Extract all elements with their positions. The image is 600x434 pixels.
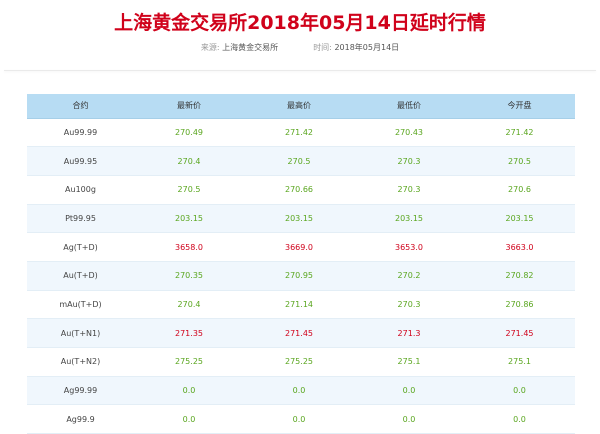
page-title: 上海黄金交易所2018年05月14日延时行情 xyxy=(114,12,486,34)
low-price-cell: 270.3 xyxy=(354,175,464,205)
open-price-cell: 270.82 xyxy=(464,261,575,291)
table-row: Ag99.9 0.0 0.0 0.0 0.0 xyxy=(27,404,575,434)
contract-name-cell: Ag(T+D) xyxy=(27,232,134,262)
open-price-cell: 0.0 xyxy=(464,376,575,406)
open-price-cell: 270.6 xyxy=(464,175,575,205)
header-open-price: 今开盘 xyxy=(464,94,575,119)
high-price-cell: 270.66 xyxy=(244,175,354,205)
open-price-cell: 270.5 xyxy=(464,146,575,176)
low-price-cell: 270.3 xyxy=(354,290,464,320)
last-price-cell: 275.25 xyxy=(134,347,244,377)
high-price-cell: 275.25 xyxy=(244,347,354,377)
high-price-cell: 271.45 xyxy=(244,318,354,348)
open-price-cell: 0.0 xyxy=(464,404,575,434)
contract-name-cell: Ag99.9 xyxy=(27,404,134,434)
high-price-cell: 3669.0 xyxy=(244,232,354,262)
table-row: Au99.95 270.4 270.5 270.3 270.5 xyxy=(27,146,575,176)
header-high-price: 最高价 xyxy=(244,94,354,119)
low-price-cell: 270.2 xyxy=(354,261,464,291)
quotes-table: 合约 最新价 最高价 最低价 今开盘 Au99.99 270.49 271.42 27… xyxy=(27,94,575,434)
table-row: Au(T+D) 270.35 270.95 270.2 270.82 xyxy=(27,261,575,291)
last-price-cell: 270.4 xyxy=(134,146,244,176)
table-row: Au(T+N2) 275.25 275.25 275.1 275.1 xyxy=(27,347,575,377)
low-price-cell: 0.0 xyxy=(354,376,464,406)
low-price-cell: 203.15 xyxy=(354,204,464,234)
last-price-cell: 0.0 xyxy=(134,376,244,406)
open-price-cell: 275.1 xyxy=(464,347,575,377)
table-row: Au100g 270.5 270.66 270.3 270.6 xyxy=(27,175,575,205)
article-meta: 来源: 上海黄金交易所 时间: 2018年05月14日 xyxy=(0,42,600,53)
high-price-cell: 0.0 xyxy=(244,376,354,406)
contract-name-cell: Au100g xyxy=(27,175,134,205)
contract-name-cell: Au(T+N1) xyxy=(27,318,134,348)
contract-name-cell: Au(T+N2) xyxy=(27,347,134,377)
source-label: 来源: xyxy=(200,43,220,52)
contract-name-cell: Ag99.99 xyxy=(27,376,134,406)
last-price-cell: 271.35 xyxy=(134,318,244,348)
high-price-cell: 0.0 xyxy=(244,404,354,434)
last-price-cell: 270.5 xyxy=(134,175,244,205)
high-price-cell: 271.14 xyxy=(244,290,354,320)
open-price-cell: 3663.0 xyxy=(464,232,575,262)
time-label: 时间: xyxy=(313,43,332,52)
source-value: 上海黄金交易所 xyxy=(222,43,279,52)
header-last-price: 最新价 xyxy=(134,94,244,119)
open-price-cell: 270.86 xyxy=(464,290,575,320)
contract-name-cell: Au99.95 xyxy=(27,146,134,176)
last-price-cell: 203.15 xyxy=(134,204,244,234)
open-price-cell: 203.15 xyxy=(464,204,575,234)
last-price-cell: 270.49 xyxy=(134,118,244,148)
time-value: 2018年05月14日 xyxy=(334,43,400,52)
high-price-cell: 270.95 xyxy=(244,261,354,291)
header-divider xyxy=(4,70,596,71)
low-price-cell: 275.1 xyxy=(354,347,464,377)
last-price-cell: 270.4 xyxy=(134,290,244,320)
open-price-cell: 271.45 xyxy=(464,318,575,348)
contract-name-cell: Au99.99 xyxy=(27,118,134,148)
contract-name-cell: Au(T+D) xyxy=(27,261,134,291)
header-row: 合约 最新价 最高价 最低价 今开盘 xyxy=(27,94,575,119)
table-row: Pt99.95 203.15 203.15 203.15 203.15 xyxy=(27,204,575,234)
high-price-cell: 270.5 xyxy=(244,146,354,176)
low-price-cell: 271.3 xyxy=(354,318,464,348)
high-price-cell: 203.15 xyxy=(244,204,354,234)
quotes-table-header: 合约 最新价 最高价 最低价 今开盘 xyxy=(27,94,575,119)
low-price-cell: 3653.0 xyxy=(354,232,464,262)
open-price-cell: 271.42 xyxy=(464,118,575,148)
last-price-cell: 3658.0 xyxy=(134,232,244,262)
contract-name-cell: Pt99.95 xyxy=(27,204,134,234)
table-row: Au99.99 270.49 271.42 270.43 271.42 xyxy=(27,118,575,148)
quotes-table-body: Au99.99 270.49 271.42 270.43 271.42 Au99.95 27… xyxy=(27,118,575,434)
table-row: mAu(T+D) 270.4 271.14 270.3 270.86 xyxy=(27,290,575,320)
table-row: Ag99.99 0.0 0.0 0.0 0.0 xyxy=(27,376,575,406)
table-row: Ag(T+D) 3658.0 3669.0 3653.0 3663.0 xyxy=(27,232,575,262)
table-row: Au(T+N1) 271.35 271.45 271.3 271.45 xyxy=(27,318,575,348)
quotes-table-container: 合约 最新价 最高价 最低价 今开盘 Au99.99 270.49 271.42 27… xyxy=(27,94,575,434)
header-contract: 合约 xyxy=(27,94,134,119)
last-price-cell: 270.35 xyxy=(134,261,244,291)
high-price-cell: 271.42 xyxy=(244,118,354,148)
header-low-price: 最低价 xyxy=(354,94,464,119)
low-price-cell: 270.43 xyxy=(354,118,464,148)
low-price-cell: 0.0 xyxy=(354,404,464,434)
last-price-cell: 0.0 xyxy=(134,404,244,434)
contract-name-cell: mAu(T+D) xyxy=(27,290,134,320)
low-price-cell: 270.3 xyxy=(354,146,464,176)
